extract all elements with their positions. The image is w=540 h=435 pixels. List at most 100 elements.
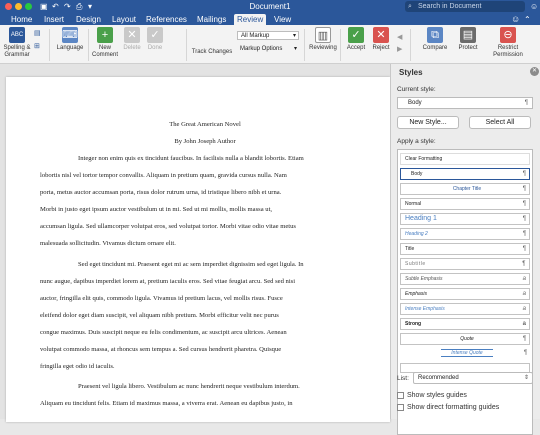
current-style-value: Body <box>408 100 422 106</box>
reviewing-label: Reviewing <box>309 45 337 51</box>
body-line[interactable]: congue maximus. Duis suscipit neque eu f… <box>40 325 370 342</box>
style-heading-2[interactable]: Heading 2 ¶ <box>400 228 530 240</box>
compare-label: Compare <box>422 45 448 51</box>
language-label: Language <box>56 45 84 51</box>
close-pane-icon[interactable]: ✕ <box>530 67 539 76</box>
language-button[interactable]: ⌨ Language <box>55 27 85 52</box>
style-quote[interactable]: Quote ¶ <box>400 333 530 345</box>
body-line[interactable]: nunc augue, dapibus imperdiet lorem at, … <box>40 274 370 291</box>
spelling-grammar-button[interactable]: ABC Spelling & Grammar <box>3 27 31 59</box>
body-line[interactable]: Sed eget tincidunt mi. Praesent eget mi … <box>40 257 370 274</box>
tab-design[interactable]: Design <box>73 14 104 25</box>
all-markup-value: All Markup <box>241 33 270 39</box>
style-heading-1[interactable]: Heading 1 ¶ <box>400 213 530 225</box>
body-line[interactable]: malesuada sollicitudin. Vivamus dictum o… <box>40 236 370 253</box>
title-bar: ▣ ↶ ↷ ⎙ ▾ Document1 ⌕ Search in Document… <box>0 0 540 13</box>
help-icon[interactable]: ☺ <box>530 2 538 11</box>
body-line[interactable]: volutpat commodo massa, at rhoncus sem t… <box>40 342 370 359</box>
previous-change-icon[interactable]: ◀ <box>397 33 402 41</box>
body-line[interactable]: Aliquam eu tincidunt felis. Etiam id max… <box>40 396 370 413</box>
language-icon: ⌨ <box>62 27 78 43</box>
list-select[interactable]: Recommended ⇕ <box>413 372 533 384</box>
separator <box>186 29 187 61</box>
style-intense-quote[interactable]: Intense Quote ¶ <box>400 348 530 360</box>
styles-pane: Styles ✕ Current style: Body ¶ New Style… <box>390 64 540 435</box>
body-line[interactable]: Morbi in justo eget ipsum auctor vestibu… <box>40 202 370 219</box>
markup-options-button[interactable]: Markup Options ▾ <box>237 45 299 54</box>
new-style-button[interactable]: New Style... <box>397 116 459 129</box>
new-comment-button[interactable]: + New Comment <box>91 27 119 59</box>
search-input[interactable]: ⌕ Search in Document <box>405 1 525 12</box>
character-mark-icon: a <box>522 276 526 282</box>
accept-button[interactable]: ✓ Accept <box>344 27 368 52</box>
show-direct-formatting-checkbox[interactable] <box>397 404 404 411</box>
search-placeholder: Search in Document <box>418 3 482 10</box>
markup-select[interactable]: All Markup ▾ <box>237 31 299 40</box>
style-name: Emphasis <box>405 291 427 297</box>
chevron-down-icon: ▾ <box>292 33 296 39</box>
protect-icon: ▤ <box>460 27 476 43</box>
style-name: Normal <box>405 201 422 207</box>
tab-home[interactable]: Home <box>8 14 35 25</box>
done-button[interactable]: ✓ Done <box>145 27 165 52</box>
reviewing-pane-button[interactable]: ▥ Reviewing <box>308 27 338 52</box>
character-mark-icon: a <box>522 306 526 312</box>
new-comment-icon: + <box>97 27 113 43</box>
markup-options-label: Markup Options <box>240 46 283 52</box>
thesaurus-icon[interactable]: ▤ <box>34 29 41 37</box>
ribbon-collapse-icon[interactable]: ⌃ <box>521 14 534 25</box>
reject-button[interactable]: ✕ Reject <box>370 27 392 52</box>
tab-references[interactable]: References <box>143 14 190 25</box>
document-canvas[interactable]: The Great American Novel By John Joseph … <box>0 64 390 422</box>
list-label: List: <box>397 375 409 382</box>
paragraph-mark-icon: ¶ <box>522 171 526 177</box>
restrict-permission-button[interactable]: ⊖ Restrict Permission <box>488 27 528 59</box>
body-line[interactable]: accumsan ligula. Sed ullamcorper volutpa… <box>40 219 370 236</box>
show-direct-formatting-label: Show direct formatting guides <box>407 404 500 411</box>
body-line[interactable]: auctor, fringilla elit quis, commodo lig… <box>40 291 370 308</box>
character-mark-icon: a <box>522 291 526 297</box>
style-title[interactable]: Title ¶ <box>400 243 530 255</box>
style-body[interactable]: Body ¶ <box>400 168 530 180</box>
select-all-button[interactable]: Select All <box>469 116 531 129</box>
tab-layout[interactable]: Layout <box>109 14 139 25</box>
chevron-updown-icon: ⇕ <box>523 375 529 381</box>
next-change-icon[interactable]: ▶ <box>397 45 402 53</box>
body-line[interactable]: fringilla eget odio id iaculis. <box>40 359 370 376</box>
style-clear-formatting[interactable]: Clear Formatting <box>400 153 530 165</box>
apply-style-label: Apply a style: <box>397 138 436 145</box>
track-changes-button[interactable]: Track Changes <box>190 49 234 56</box>
tab-insert[interactable]: Insert <box>41 14 67 25</box>
tab-review[interactable]: Review <box>234 14 267 25</box>
body-line[interactable]: eleifend dolor eget diam suscipit, vel a… <box>40 308 370 325</box>
word-count-icon[interactable]: ⊞ <box>34 42 40 50</box>
body-line[interactable]: Integer non enim quis ex tincidunt fauci… <box>40 151 370 168</box>
separator <box>340 29 341 61</box>
style-emphasis[interactable]: Emphasis a <box>400 288 530 300</box>
style-normal[interactable]: Normal ¶ <box>400 198 530 210</box>
show-styles-guides-checkbox[interactable] <box>397 392 404 399</box>
document-author[interactable]: By John Joseph Author <box>40 134 370 151</box>
style-chapter-title[interactable]: Chapter Title ¶ <box>400 183 530 195</box>
document-page[interactable]: The Great American Novel By John Joseph … <box>6 77 390 422</box>
paragraph-mark-icon: ¶ <box>522 336 526 342</box>
styles-pane-title: Styles <box>399 68 423 77</box>
body-line[interactable]: lobortis nisl vel tortor tempor convalli… <box>40 168 370 185</box>
body-line[interactable]: Praesent vel ligula libero. Vestibulum a… <box>40 379 370 396</box>
reviewing-pane-icon: ▥ <box>315 27 331 43</box>
style-subtitle[interactable]: Subtitle ¶ <box>400 258 530 270</box>
body-line[interactable]: porta, metus auctor accumsan porta, risu… <box>40 185 370 202</box>
style-subtle-emphasis[interactable]: Subtle Emphasis a <box>400 273 530 285</box>
delete-comment-button[interactable]: ✕ Delete <box>121 27 143 52</box>
document-title[interactable]: The Great American Novel <box>40 117 370 134</box>
style-strong[interactable]: Strong a <box>400 318 530 330</box>
paragraph-mark-icon: ¶ <box>524 100 528 106</box>
separator <box>88 29 89 61</box>
style-name: Body <box>411 171 423 177</box>
protect-button[interactable]: ▤ Protect <box>455 27 481 52</box>
tab-view[interactable]: View <box>271 14 294 25</box>
track-changes-label: Track Changes <box>191 49 233 55</box>
tab-mailings[interactable]: Mailings <box>194 14 229 25</box>
style-intense-emphasis[interactable]: Intense Emphasis a <box>400 303 530 315</box>
compare-button[interactable]: ⧉ Compare <box>420 27 450 52</box>
